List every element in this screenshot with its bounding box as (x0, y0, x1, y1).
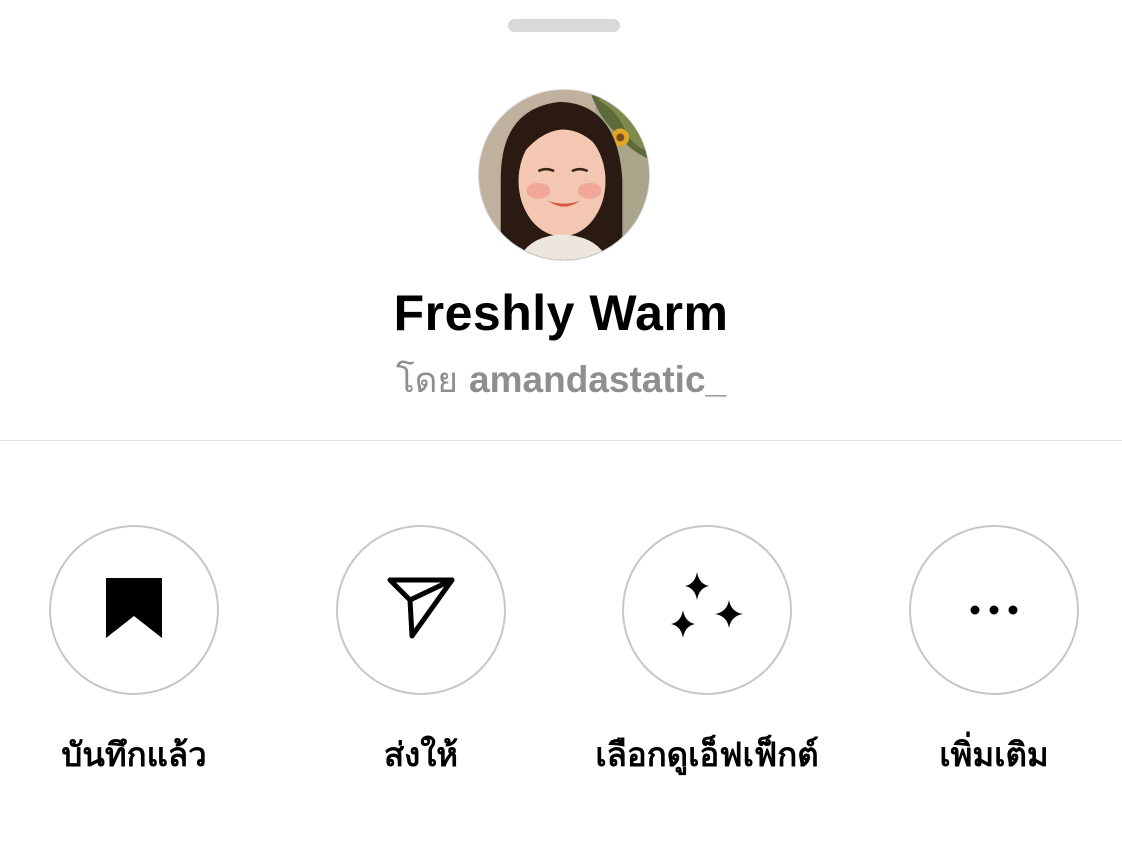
paper-plane-icon (386, 576, 456, 644)
send-button[interactable] (336, 525, 506, 695)
saved-label: บันทึกแล้ว (61, 735, 207, 774)
more-dots-icon (969, 601, 1019, 620)
creator-handle[interactable]: amandastatic_ (469, 359, 726, 400)
send-label: ส่งให้ (383, 735, 459, 774)
section-divider (0, 440, 1122, 441)
send-action[interactable]: ส่งให้ (291, 525, 551, 779)
sparkles-icon (667, 570, 747, 650)
bookmark-filled-icon (104, 576, 164, 644)
saved-action[interactable]: บันทึกแล้ว (4, 525, 264, 779)
browse-effects-label: เลือกดูเอ็ฟเฟ็กต์ (595, 735, 819, 774)
more-label: เพิ่มเติม (939, 735, 1049, 774)
more-button[interactable] (909, 525, 1079, 695)
effect-title: Freshly Warm (393, 285, 729, 341)
browse-effects-action[interactable]: เลือกดูเอ็ฟเฟ็กต์ (577, 525, 837, 779)
sheet-grabber-handle[interactable] (508, 19, 620, 32)
byline-prefix: โดย (395, 361, 458, 401)
creator-avatar[interactable] (478, 89, 650, 261)
saved-button[interactable] (49, 525, 219, 695)
creator-byline[interactable]: โดย amandastatic_ (0, 356, 1122, 405)
more-action[interactable]: เพิ่มเติม (864, 525, 1122, 779)
browse-effects-button[interactable] (622, 525, 792, 695)
